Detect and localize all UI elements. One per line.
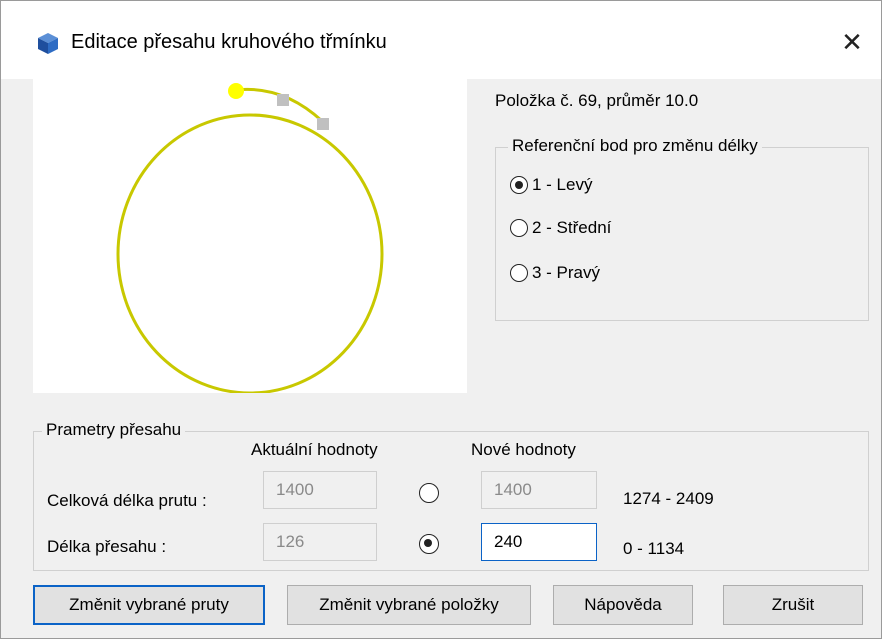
radio-right-button[interactable] bbox=[510, 264, 528, 282]
item-info: Položka č. 69, průměr 10.0 bbox=[495, 91, 699, 110]
overlap-point-2 bbox=[317, 118, 329, 130]
stirrup-circle bbox=[116, 113, 384, 393]
overlap-length-new-input[interactable]: 240 bbox=[481, 523, 597, 561]
column-new-header: Nové hodnoty bbox=[471, 440, 576, 459]
column-current-header: Aktuální hodnoty bbox=[251, 440, 378, 459]
edit-overlap-dialog: Editace přesahu kruhového třmínku ✕ Polo… bbox=[0, 0, 882, 639]
total-length-current: 1400 bbox=[263, 471, 377, 509]
radio-right-label: 3 - Pravý bbox=[532, 263, 601, 282]
app-icon bbox=[38, 33, 58, 54]
overlap-length-radio[interactable] bbox=[419, 534, 439, 554]
radio-left-label: 1 - Levý bbox=[532, 175, 593, 194]
start-marker bbox=[228, 83, 244, 99]
overlap-length-label: Délka přesahu : bbox=[47, 537, 167, 556]
radio-middle[interactable]: 2 - Střední bbox=[510, 218, 611, 238]
total-length-range: 1274 - 2409 bbox=[623, 489, 714, 508]
radio-middle-button[interactable] bbox=[510, 219, 528, 237]
close-icon[interactable]: ✕ bbox=[835, 27, 869, 57]
radio-middle-label: 2 - Střední bbox=[532, 218, 612, 237]
cancel-button[interactable]: Zrušit bbox=[723, 585, 863, 625]
overlap-length-current: 126 bbox=[263, 523, 377, 561]
overlap-point-1 bbox=[277, 94, 289, 106]
title-bar: Editace přesahu kruhového třmínku ✕ bbox=[1, 1, 881, 79]
stirrup-preview bbox=[33, 79, 467, 393]
change-selected-bars-button[interactable]: Změnit vybrané pruty bbox=[33, 585, 265, 625]
help-button[interactable]: Nápověda bbox=[553, 585, 693, 625]
window-title: Editace přesahu kruhového třmínku bbox=[71, 31, 387, 53]
radio-left[interactable]: 1 - Levý bbox=[510, 175, 592, 195]
total-length-radio[interactable] bbox=[419, 483, 439, 503]
radio-right[interactable]: 3 - Pravý bbox=[510, 263, 600, 283]
total-length-label: Celková délka prutu : bbox=[47, 491, 207, 510]
overlap-params-legend: Prametry přesahu bbox=[42, 420, 186, 440]
radio-left-button[interactable] bbox=[510, 176, 528, 194]
overlap-length-range: 0 - 1134 bbox=[623, 539, 685, 558]
reference-point-group: Referenční bod pro změnu délky 1 - Levý … bbox=[495, 136, 869, 321]
total-length-new[interactable]: 1400 bbox=[481, 471, 597, 509]
change-selected-items-button[interactable]: Změnit vybrané položky bbox=[287, 585, 531, 625]
reference-point-legend: Referenční bod pro změnu délky bbox=[508, 136, 762, 156]
